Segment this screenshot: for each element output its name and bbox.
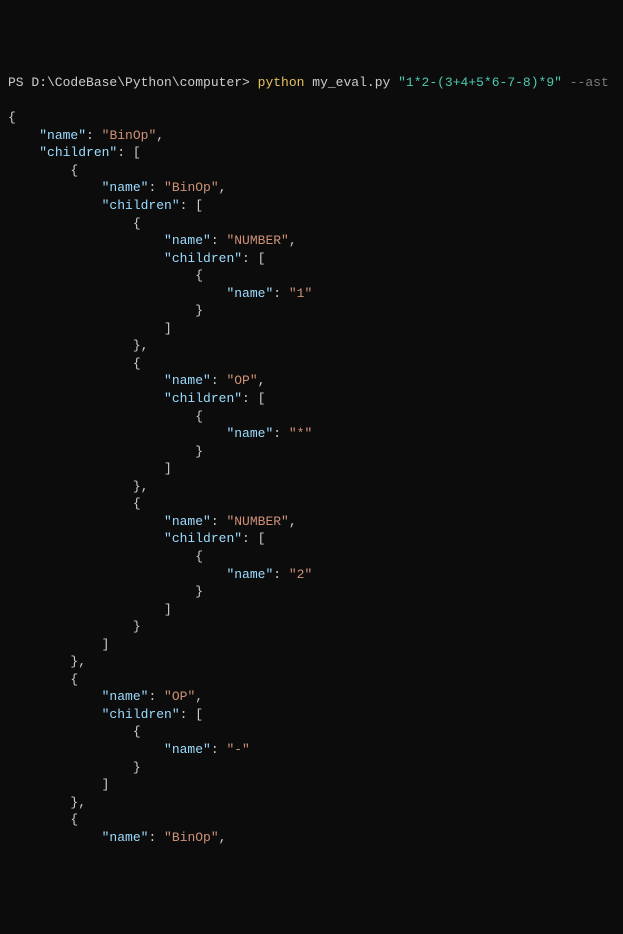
- out-line: }: [8, 619, 141, 634]
- out-line: }: [8, 303, 203, 318]
- script-file: my_eval.py: [312, 75, 390, 90]
- command-prompt-line[interactable]: PS D:\CodeBase\Python\computer> python m…: [8, 74, 615, 92]
- out-line: {: [8, 356, 141, 371]
- out-line: "name": "OP",: [8, 373, 265, 388]
- out-line: },: [8, 795, 86, 810]
- out-line: "name": "*": [8, 426, 312, 441]
- out-line: "children": [: [8, 531, 265, 546]
- out-line: "name": "NUMBER",: [8, 233, 297, 248]
- out-line: {: [8, 549, 203, 564]
- out-line: }: [8, 444, 203, 459]
- out-line: {: [8, 496, 141, 511]
- cwd-path: D:\CodeBase\Python\computer: [31, 75, 242, 90]
- out-line: "name": "2": [8, 567, 312, 582]
- out-line: "name": "BinOp",: [8, 180, 226, 195]
- out-line: "name": "1": [8, 286, 312, 301]
- out-line: }: [8, 760, 141, 775]
- out-line: },: [8, 654, 86, 669]
- out-line: {: [8, 672, 78, 687]
- out-line: },: [8, 338, 148, 353]
- out-line: ]: [8, 321, 172, 336]
- out-line: {: [8, 409, 203, 424]
- out-line: {: [8, 268, 203, 283]
- out-line: {: [8, 163, 78, 178]
- out-line: {: [8, 812, 78, 827]
- out-line: "name": "BinOp",: [8, 128, 164, 143]
- ast-flag: --ast: [570, 75, 609, 90]
- prompt-sep: >: [242, 75, 258, 90]
- out-line: "children": [: [8, 145, 141, 160]
- out-line: },: [8, 479, 148, 494]
- out-line: ]: [8, 461, 172, 476]
- json-output-block: { "name": "BinOp", "children": [ { "name…: [8, 109, 615, 846]
- out-line: {: [8, 110, 16, 125]
- out-line: "name": "NUMBER",: [8, 514, 297, 529]
- ps-prefix: PS: [8, 75, 31, 90]
- out-line: "name": "OP",: [8, 689, 203, 704]
- out-line: "name": "-": [8, 742, 250, 757]
- out-line: "children": [: [8, 391, 265, 406]
- out-line: "name": "BinOp",: [8, 830, 226, 845]
- out-line: }: [8, 584, 203, 599]
- out-line: ]: [8, 637, 109, 652]
- out-line: {: [8, 216, 141, 231]
- out-line: ]: [8, 602, 172, 617]
- python-command: python: [258, 75, 305, 90]
- out-line: "children": [: [8, 707, 203, 722]
- out-line: "children": [: [8, 198, 203, 213]
- out-line: "children": [: [8, 251, 265, 266]
- expression-arg: "1*2-(3+4+5*6-7-8)*9": [398, 75, 562, 90]
- out-line: ]: [8, 777, 109, 792]
